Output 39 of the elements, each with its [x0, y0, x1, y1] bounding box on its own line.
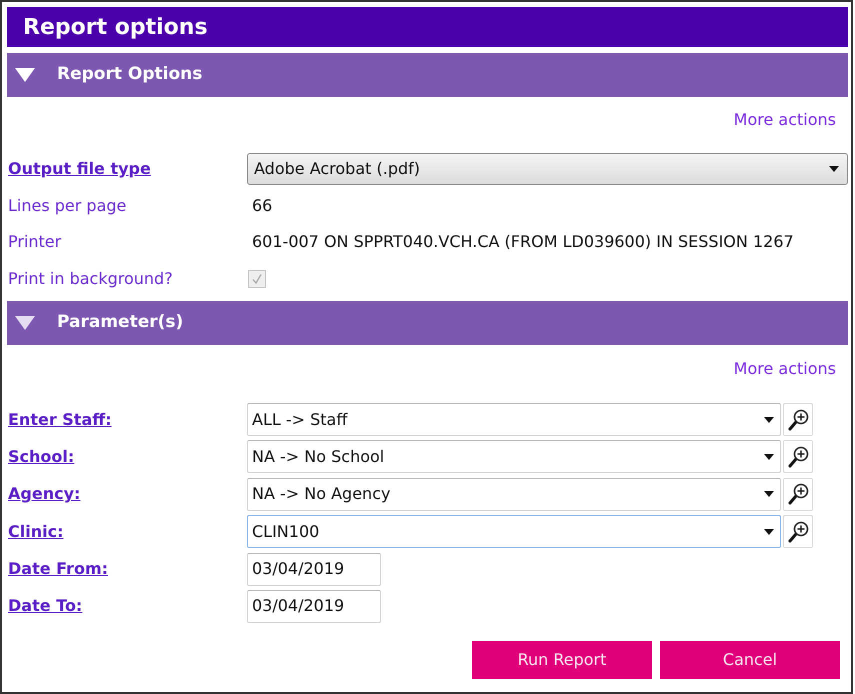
field-label: Printer	[8, 231, 62, 253]
lookup-select[interactable]: NA -> No School	[247, 440, 781, 474]
cancel-button[interactable]: Cancel	[660, 640, 840, 679]
caret-icon	[764, 491, 774, 498]
zoom-in-icon	[787, 520, 809, 543]
section-header[interactable]: Report Options	[7, 53, 848, 97]
field-label-link[interactable]: School:	[8, 444, 74, 469]
run-report-button[interactable]: Run Report	[472, 640, 652, 679]
lookup-button[interactable]	[783, 478, 813, 511]
lookup-button[interactable]	[783, 440, 813, 474]
lookup-select[interactable]: ALL -> Staff	[247, 403, 781, 436]
lookup-button[interactable]	[783, 515, 813, 548]
caret-icon	[764, 528, 774, 535]
file-type-select[interactable]: Adobe Acrobat (.pdf)	[247, 153, 848, 185]
more-actions-link[interactable]: More actions	[734, 357, 836, 381]
caret-icon	[829, 166, 839, 172]
caret-icon	[764, 416, 774, 422]
section-header[interactable]: Parameter(s)	[7, 301, 848, 345]
zoom-in-icon	[787, 483, 809, 506]
date-field[interactable]: 03/04/2019	[247, 552, 381, 586]
field-label-link[interactable]: Agency:	[8, 482, 80, 506]
field-label: Lines per page	[8, 195, 126, 217]
date-field[interactable]: 03/04/2019	[247, 590, 381, 623]
caret-icon	[764, 454, 774, 460]
field-label-link[interactable]: Output file type	[8, 157, 151, 181]
field-value: 601-007 ON SPPRT040.VCH.CA (FROM LD039600) IN SESSION 1267	[251, 231, 794, 253]
lookup-select[interactable]: CLIN100	[247, 515, 781, 548]
zoom-in-icon	[787, 446, 809, 468]
field-label-link[interactable]: Enter Staff:	[8, 408, 112, 432]
field-value: 66	[251, 195, 272, 217]
field-label-link[interactable]: Date To:	[8, 594, 82, 618]
field-label-link[interactable]: Clinic:	[8, 520, 64, 544]
lookup-button[interactable]	[783, 403, 813, 436]
more-actions-link[interactable]: More actions	[734, 108, 836, 132]
zoom-in-icon	[787, 408, 809, 430]
field-label: Print in background?	[8, 268, 173, 290]
field-label-link[interactable]: Date From:	[8, 557, 108, 582]
lookup-select[interactable]: NA -> No Agency	[247, 478, 781, 511]
window-title: Report options	[7, 7, 848, 47]
